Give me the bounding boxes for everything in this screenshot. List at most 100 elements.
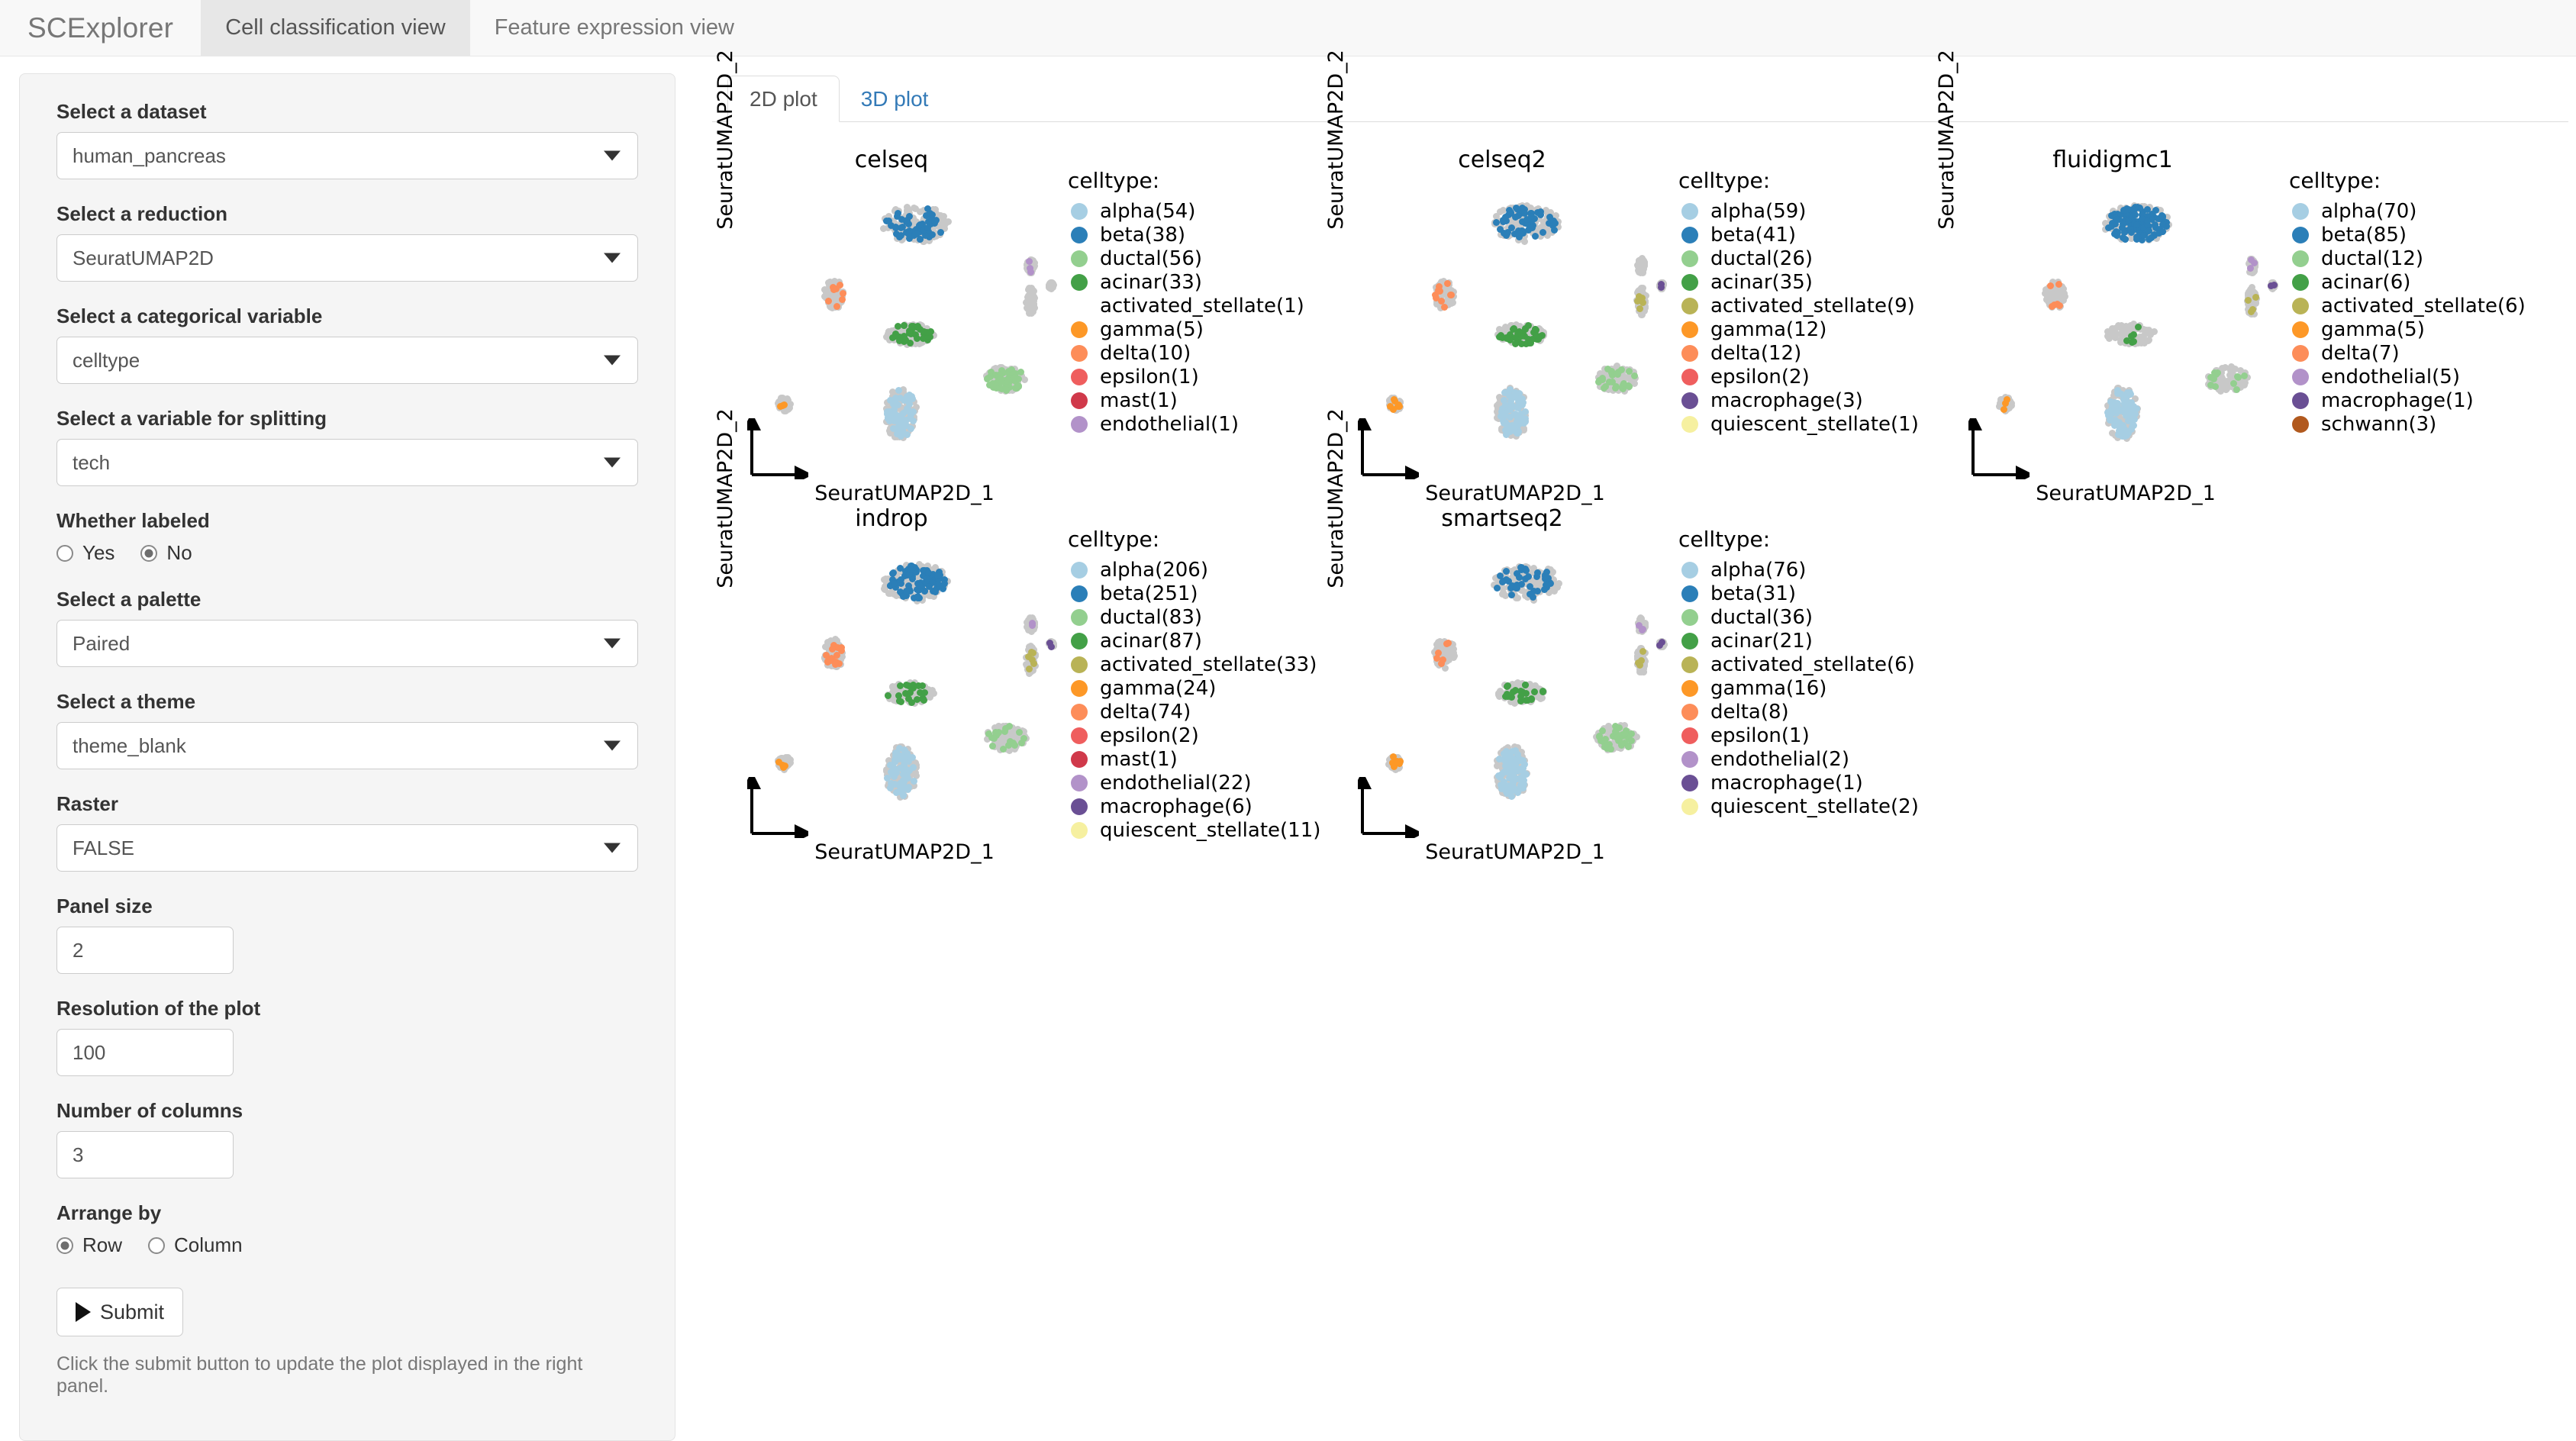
split-variable-select[interactable]: tech (56, 439, 638, 486)
legend-item: macrophage(1) (2289, 388, 2552, 412)
tab-3d-plot[interactable]: 3D plot (840, 76, 950, 121)
legend-item: delta(8) (1678, 700, 1941, 724)
categorical-variable-select-value: celltype (73, 348, 140, 372)
legend-color-swatch (2292, 250, 2309, 267)
plot-title: fluidigmc1 (2052, 147, 2173, 173)
plot-legend: celltype: alpha(59) beta(41) ductal(26) acin… (1674, 145, 1941, 504)
legend-item-label: epsilon(2) (1710, 365, 1810, 388)
legend-item-label: alpha(76) (1710, 558, 1807, 582)
app-brand[interactable]: SCExplorer (0, 0, 201, 56)
legend-item-label: activated_stellate(6) (1710, 653, 1915, 676)
legend-color-swatch (1681, 703, 1698, 720)
radio-arrange-row[interactable]: Row (56, 1233, 122, 1257)
legend-color-swatch (1071, 344, 1088, 362)
x-axis-label: SeuratUMAP2D_1 (1425, 482, 1605, 505)
scatter-points (1375, 182, 1668, 445)
legend-color-swatch (1071, 632, 1088, 650)
y-axis-label: SeuratUMAP2D_2 (714, 50, 737, 230)
scatter-panel: celseq SeuratUMAP2D_2 SeuratUMAP2D_1 cellty… (714, 50, 1330, 505)
panel-size-input[interactable]: 2 (56, 927, 234, 974)
chevron-down-icon (604, 638, 621, 649)
resolution-input[interactable]: 100 (56, 1029, 234, 1076)
legend-color-swatch (1681, 656, 1698, 673)
plot-area[interactable]: smartseq2 SeuratUMAP2D_2 SeuratUMAP2D_1 (1324, 408, 1674, 864)
legend-item: activated_stellate(9) (1678, 294, 1941, 318)
raster-select[interactable]: FALSE (56, 824, 638, 872)
theme-select[interactable]: theme_blank (56, 722, 638, 769)
y-axis-label: SeuratUMAP2D_2 (1324, 408, 1348, 588)
plot-legend: celltype: alpha(54) beta(38) ductal(56) acin… (1063, 145, 1330, 504)
radio-icon-row (56, 1236, 73, 1254)
legend-color-swatch (2292, 226, 2309, 243)
radio-label-yes: Yes (82, 541, 115, 564)
legend-color-swatch (2292, 297, 2309, 314)
submit-hint-text: Click the submit button to update the pl… (56, 1353, 583, 1397)
label-categorical-variable: Select a categorical variable (56, 305, 323, 327)
palette-select[interactable]: Paired (56, 620, 638, 667)
nav-tab-cell-classification-view[interactable]: Cell classification view (201, 0, 470, 56)
radio-arrange-column[interactable]: Column (148, 1233, 243, 1257)
legend-item-label: quiescent_stellate(2) (1710, 795, 1919, 818)
legend-item: endothelial(22) (1068, 771, 1330, 795)
legend-item: endothelial(1) (1068, 412, 1330, 436)
legend-item: ductal(26) (1678, 247, 1941, 270)
legend-item-label: beta(31) (1710, 582, 1796, 605)
tab-2d-plot[interactable]: 2D plot (727, 76, 840, 122)
legend-color-swatch (1071, 415, 1088, 433)
radio-label-row: Row (82, 1233, 123, 1256)
legend-item-label: acinar(6) (2321, 270, 2411, 294)
legend-item: acinar(35) (1678, 270, 1941, 294)
field-raster: Raster FALSE (56, 792, 638, 872)
scatter-panel: indrop SeuratUMAP2D_2 SeuratUMAP2D_1 cellty… (714, 408, 1330, 864)
chevron-down-icon (604, 150, 621, 161)
legend-item-label: alpha(59) (1710, 199, 1807, 223)
scatter-points (764, 540, 1057, 804)
submit-button[interactable]: Submit (56, 1288, 184, 1336)
label-panel-size: Panel size (56, 895, 153, 917)
radio-labeled-no[interactable]: No (140, 541, 192, 565)
legend-color-swatch (1681, 585, 1698, 602)
legend-item-label: endothelial(1) (1100, 412, 1239, 436)
legend-item: quiescent_stellate(2) (1678, 795, 1941, 818)
plot-area[interactable]: indrop SeuratUMAP2D_2 SeuratUMAP2D_1 (714, 408, 1063, 864)
legend-title: celltype: (1678, 527, 1771, 552)
legend-item: macrophage(1) (1678, 771, 1941, 795)
legend-item: activated_stellate(33) (1068, 653, 1330, 676)
legend-color-swatch (2292, 273, 2309, 291)
field-categorical-variable: Select a categorical variable celltype (56, 305, 638, 384)
legend-title: celltype: (2289, 168, 2381, 193)
legend-item-label: activated_stellate(6) (2321, 294, 2526, 318)
legend-item-label: epsilon(1) (1100, 365, 1199, 388)
legend-item-label: epsilon(1) (1710, 724, 1810, 747)
legend-color-swatch (1071, 608, 1088, 626)
field-num-columns: Number of columns 3 (56, 1099, 638, 1178)
legend-color-swatch (1071, 585, 1088, 602)
legend-item-label: quiescent_stellate(11) (1100, 818, 1321, 842)
plot-area[interactable]: celseq SeuratUMAP2D_2 SeuratUMAP2D_1 (714, 50, 1063, 505)
legend-color-swatch (1681, 561, 1698, 579)
plot-area[interactable]: celseq2 SeuratUMAP2D_2 SeuratUMAP2D_1 (1324, 50, 1674, 505)
categorical-variable-select[interactable]: celltype (56, 337, 638, 384)
legend-color-swatch (1071, 561, 1088, 579)
whether-labeled-radio-group: Yes No (56, 541, 638, 565)
legend-item-label: activated_stellate(1) (1100, 294, 1304, 318)
legend-item: epsilon(2) (1678, 365, 1941, 388)
radio-labeled-yes[interactable]: Yes (56, 541, 114, 565)
legend-item: endothelial(2) (1678, 747, 1941, 771)
plot-legend: celltype: alpha(206) beta(251) ductal(83) ac… (1063, 504, 1330, 862)
plot-title: celseq (854, 147, 929, 173)
num-columns-input[interactable]: 3 (56, 1131, 234, 1178)
legend-item-label: delta(12) (1710, 341, 1802, 365)
legend-color-swatch (1071, 821, 1088, 839)
legend-item: gamma(5) (2289, 318, 2552, 341)
dataset-select[interactable]: human_pancreas (56, 132, 638, 179)
plot-legend: celltype: alpha(70) beta(85) ductal(12) acin… (2284, 145, 2552, 504)
field-theme: Select a theme theme_blank (56, 690, 638, 769)
palette-select-value: Paired (73, 631, 131, 655)
legend-color-swatch (1071, 750, 1088, 768)
legend-color-swatch (2292, 202, 2309, 220)
reduction-select[interactable]: SeuratUMAP2D (56, 234, 638, 282)
legend-item: acinar(87) (1068, 629, 1330, 653)
plot-area[interactable]: fluidigmc1 SeuratUMAP2D_2 SeuratUMAP2D_1 (1935, 50, 2284, 505)
legend-color-swatch (1681, 415, 1698, 433)
